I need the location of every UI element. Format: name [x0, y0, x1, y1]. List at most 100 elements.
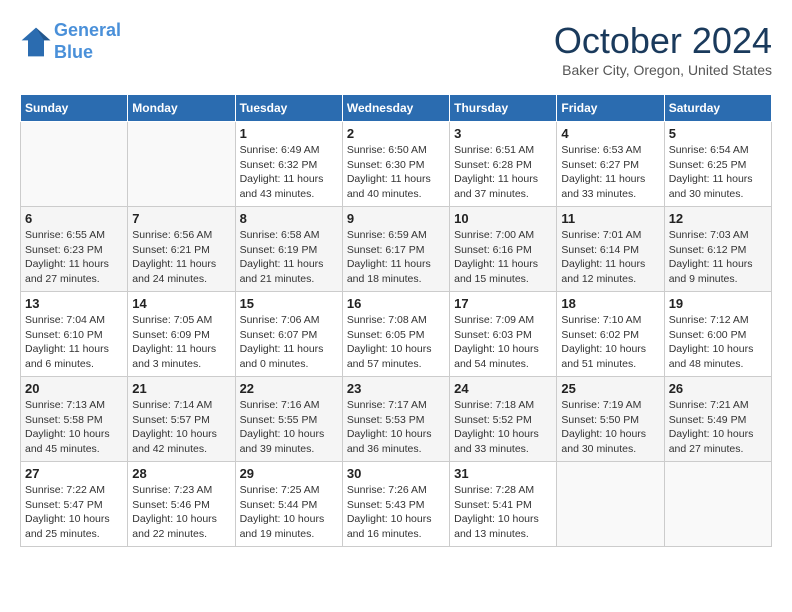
day-info: Sunrise: 7:12 AM Sunset: 6:00 PM Dayligh… — [669, 313, 767, 372]
day-info: Sunrise: 7:25 AM Sunset: 5:44 PM Dayligh… — [240, 483, 338, 542]
table-row: 29Sunrise: 7:25 AM Sunset: 5:44 PM Dayli… — [235, 462, 342, 547]
day-info: Sunrise: 7:01 AM Sunset: 6:14 PM Dayligh… — [561, 228, 659, 287]
col-monday: Monday — [128, 95, 235, 122]
table-row: 10 Sunrise: 7:00 AM Sunset: 6:16 PM Dayli… — [450, 207, 557, 292]
table-row: 24Sunrise: 7:18 AM Sunset: 5:52 PM Dayli… — [450, 377, 557, 462]
day-number: 28 — [132, 466, 230, 481]
day-info: Sunrise: 6:58 AM Sunset: 6:19 PM Dayligh… — [240, 228, 338, 287]
table-row: 21 Sunrise: 7:14 AM Sunset: 5:57 PM Dayli… — [128, 377, 235, 462]
day-number: 21 — [132, 381, 230, 396]
day-number: 20 — [25, 381, 123, 396]
calendar-week-row: 13 Sunrise: 7:04 AM Sunset: 6:10 PM Dayli… — [21, 292, 772, 377]
day-number: 23 — [347, 381, 445, 396]
table-row: 13 Sunrise: 7:04 AM Sunset: 6:10 PM Dayli… — [21, 292, 128, 377]
col-thursday: Thursday — [450, 95, 557, 122]
day-info: Sunrise: 7:19 AM Sunset: 5:50 PM Dayligh… — [561, 398, 659, 457]
month-title: October 2024 — [554, 20, 772, 62]
table-row: 18 Sunrise: 7:10 AM Sunset: 6:02 PM Dayli… — [557, 292, 664, 377]
day-number: 6 — [25, 211, 123, 226]
table-row — [557, 462, 664, 547]
day-number: 2 — [347, 126, 445, 141]
day-number: 15 — [240, 296, 338, 311]
day-info: Sunrise: 6:53 AM Sunset: 6:27 PM Dayligh… — [561, 143, 659, 202]
day-number: 16 — [347, 296, 445, 311]
day-number: 11 — [561, 211, 659, 226]
day-number: 14 — [132, 296, 230, 311]
col-wednesday: Wednesday — [342, 95, 449, 122]
day-info: Sunrise: 7:17 AM Sunset: 5:53 PM Dayligh… — [347, 398, 445, 457]
day-info: Sunrise: 7:08 AM Sunset: 6:05 PM Dayligh… — [347, 313, 445, 372]
day-info: Sunrise: 7:23 AM Sunset: 5:46 PM Dayligh… — [132, 483, 230, 542]
day-number: 4 — [561, 126, 659, 141]
table-row — [128, 122, 235, 207]
day-number: 17 — [454, 296, 552, 311]
day-number: 27 — [25, 466, 123, 481]
table-row: 27Sunrise: 7:22 AM Sunset: 5:47 PM Dayli… — [21, 462, 128, 547]
logo-general: General — [54, 20, 121, 40]
col-tuesday: Tuesday — [235, 95, 342, 122]
day-number: 12 — [669, 211, 767, 226]
logo-text: General Blue — [54, 20, 121, 63]
day-number: 19 — [669, 296, 767, 311]
table-row: 16 Sunrise: 7:08 AM Sunset: 6:05 PM Dayli… — [342, 292, 449, 377]
col-sunday: Sunday — [21, 95, 128, 122]
table-row: 7 Sunrise: 6:56 AM Sunset: 6:21 PM Daylig… — [128, 207, 235, 292]
day-number: 7 — [132, 211, 230, 226]
table-row: 15 Sunrise: 7:06 AM Sunset: 6:07 PM Dayli… — [235, 292, 342, 377]
table-row: 6 Sunrise: 6:55 AM Sunset: 6:23 PM Daylig… — [21, 207, 128, 292]
day-info: Sunrise: 6:51 AM Sunset: 6:28 PM Dayligh… — [454, 143, 552, 202]
table-row: 17 Sunrise: 7:09 AM Sunset: 6:03 PM Dayli… — [450, 292, 557, 377]
day-number: 31 — [454, 466, 552, 481]
day-info: Sunrise: 6:49 AM Sunset: 6:32 PM Dayligh… — [240, 143, 338, 202]
day-number: 9 — [347, 211, 445, 226]
table-row: 22 Sunrise: 7:16 AM Sunset: 5:55 PM Dayli… — [235, 377, 342, 462]
table-row: 8 Sunrise: 6:58 AM Sunset: 6:19 PM Daylig… — [235, 207, 342, 292]
day-info: Sunrise: 7:21 AM Sunset: 5:49 PM Dayligh… — [669, 398, 767, 457]
day-number: 13 — [25, 296, 123, 311]
day-number: 22 — [240, 381, 338, 396]
day-number: 5 — [669, 126, 767, 141]
table-row: 9 Sunrise: 6:59 AM Sunset: 6:17 PM Daylig… — [342, 207, 449, 292]
calendar-week-row: 20 Sunrise: 7:13 AM Sunset: 5:58 PM Dayli… — [21, 377, 772, 462]
page-header: General Blue October 2024 Baker City, Or… — [20, 20, 772, 78]
calendar-week-row: 6 Sunrise: 6:55 AM Sunset: 6:23 PM Daylig… — [21, 207, 772, 292]
day-info: Sunrise: 6:59 AM Sunset: 6:17 PM Dayligh… — [347, 228, 445, 287]
calendar-table: Sunday Monday Tuesday Wednesday Thursday… — [20, 94, 772, 547]
day-info: Sunrise: 7:18 AM Sunset: 5:52 PM Dayligh… — [454, 398, 552, 457]
table-row: 23 Sunrise: 7:17 AM Sunset: 5:53 PM Dayli… — [342, 377, 449, 462]
day-info: Sunrise: 7:06 AM Sunset: 6:07 PM Dayligh… — [240, 313, 338, 372]
table-row: 26 Sunrise: 7:21 AM Sunset: 5:49 PM Dayli… — [664, 377, 771, 462]
day-info: Sunrise: 7:28 AM Sunset: 5:41 PM Dayligh… — [454, 483, 552, 542]
day-info: Sunrise: 7:05 AM Sunset: 6:09 PM Dayligh… — [132, 313, 230, 372]
day-info: Sunrise: 7:26 AM Sunset: 5:43 PM Dayligh… — [347, 483, 445, 542]
day-info: Sunrise: 7:16 AM Sunset: 5:55 PM Dayligh… — [240, 398, 338, 457]
day-number: 10 — [454, 211, 552, 226]
day-number: 1 — [240, 126, 338, 141]
day-info: Sunrise: 6:55 AM Sunset: 6:23 PM Dayligh… — [25, 228, 123, 287]
calendar-week-row: 27Sunrise: 7:22 AM Sunset: 5:47 PM Dayli… — [21, 462, 772, 547]
table-row — [664, 462, 771, 547]
day-number: 26 — [669, 381, 767, 396]
table-row: 14 Sunrise: 7:05 AM Sunset: 6:09 PM Dayli… — [128, 292, 235, 377]
logo-blue: Blue — [54, 42, 93, 62]
day-info: Sunrise: 7:14 AM Sunset: 5:57 PM Dayligh… — [132, 398, 230, 457]
day-number: 30 — [347, 466, 445, 481]
day-info: Sunrise: 7:10 AM Sunset: 6:02 PM Dayligh… — [561, 313, 659, 372]
table-row: 30 Sunrise: 7:26 AM Sunset: 5:43 PM Dayli… — [342, 462, 449, 547]
day-info: Sunrise: 7:00 AM Sunset: 6:16 PM Dayligh… — [454, 228, 552, 287]
day-info: Sunrise: 7:04 AM Sunset: 6:10 PM Dayligh… — [25, 313, 123, 372]
day-number: 3 — [454, 126, 552, 141]
table-row: 20 Sunrise: 7:13 AM Sunset: 5:58 PM Dayli… — [21, 377, 128, 462]
day-info: Sunrise: 7:13 AM Sunset: 5:58 PM Dayligh… — [25, 398, 123, 457]
col-friday: Friday — [557, 95, 664, 122]
day-info: Sunrise: 7:09 AM Sunset: 6:03 PM Dayligh… — [454, 313, 552, 372]
table-row: 2Sunrise: 6:50 AM Sunset: 6:30 PM Daylig… — [342, 122, 449, 207]
day-number: 18 — [561, 296, 659, 311]
logo-icon — [20, 26, 52, 58]
day-info: Sunrise: 6:56 AM Sunset: 6:21 PM Dayligh… — [132, 228, 230, 287]
day-number: 8 — [240, 211, 338, 226]
col-saturday: Saturday — [664, 95, 771, 122]
table-row: 19 Sunrise: 7:12 AM Sunset: 6:00 PM Dayli… — [664, 292, 771, 377]
table-row: 4 Sunrise: 6:53 AM Sunset: 6:27 PM Daylig… — [557, 122, 664, 207]
table-row: 5Sunrise: 6:54 AM Sunset: 6:25 PM Daylig… — [664, 122, 771, 207]
